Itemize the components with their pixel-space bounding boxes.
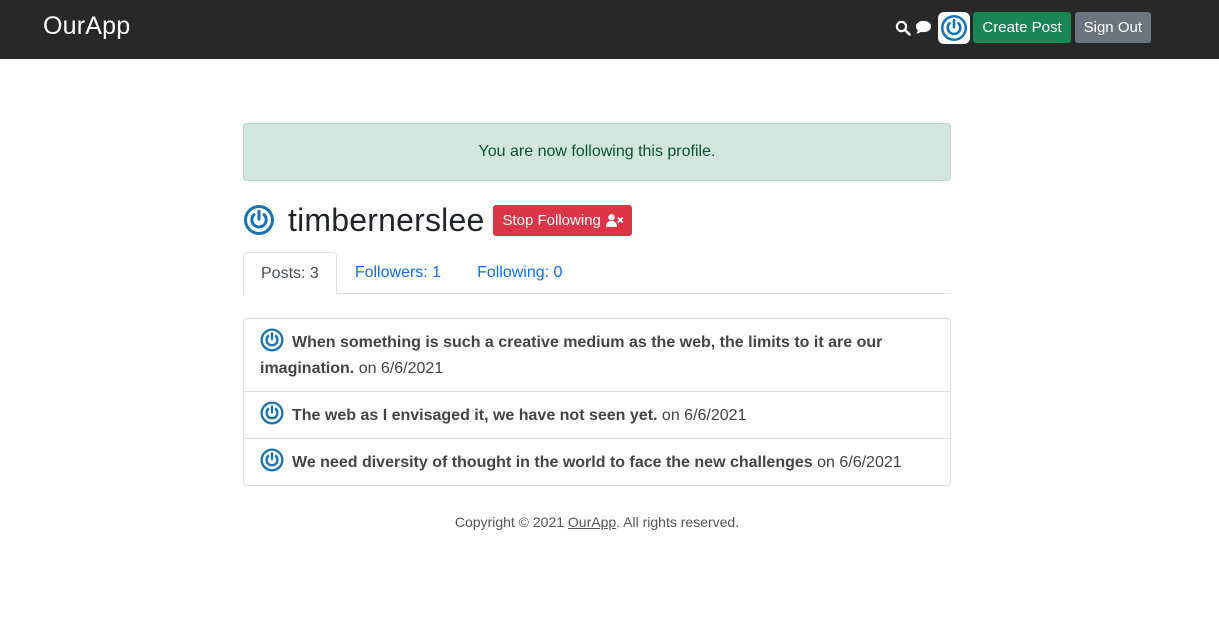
list-item[interactable]: When something is such a creative medium… [244, 319, 950, 392]
post-date: on 6/6/2021 [358, 360, 444, 377]
alert-message: You are now following this profile. [478, 143, 716, 160]
post-date: on 6/6/2021 [817, 454, 902, 471]
profile-username: timbernerslee [288, 201, 485, 238]
tab-posts[interactable]: Posts: 3 [243, 252, 337, 295]
list-item[interactable]: We need diversity of thought in the worl… [244, 439, 950, 485]
power-avatar-icon [260, 401, 284, 425]
profile-avatar [243, 204, 275, 236]
page-footer: Copyright © 2021 OurApp. All rights rese… [243, 514, 951, 530]
user-times-icon [605, 213, 623, 227]
success-alert: You are now following this profile. [243, 123, 951, 181]
tab-following[interactable]: Following: 0 [459, 252, 580, 293]
create-post-button[interactable]: Create Post [973, 12, 1071, 43]
nav-actions: Create Post Sign Out [895, 11, 1151, 44]
stop-following-button[interactable]: Stop Following [493, 204, 632, 236]
post-date: on 6/6/2021 [661, 407, 747, 424]
post-title-link[interactable]: When something is such a creative medium… [260, 334, 882, 377]
sign-out-button[interactable]: Sign Out [1074, 12, 1151, 43]
post-title-link[interactable]: The web as I envisaged it, we have not s… [292, 407, 657, 424]
power-avatar-icon [941, 14, 968, 41]
chat-icon[interactable] [915, 20, 932, 35]
user-avatar[interactable] [938, 11, 971, 44]
brand-logo[interactable]: OurApp [43, 12, 130, 41]
profile-tabs: Posts: 3 Followers: 1 Following: 0 [243, 252, 951, 295]
footer-home-link[interactable]: OurApp [568, 514, 616, 530]
footer-suffix: . All rights reserved. [616, 514, 740, 530]
power-avatar-icon [260, 448, 284, 472]
post-title-link[interactable]: We need diversity of thought in the worl… [292, 454, 813, 471]
post-list: When something is such a creative medium… [243, 318, 951, 486]
top-navbar: OurApp Create Post Sign Out [0, 0, 1219, 59]
main-content: You are now following this profile. timb… [243, 123, 951, 486]
footer-prefix: Copyright © 2021 [454, 514, 568, 530]
stop-following-label: Stop Following [502, 211, 601, 229]
search-icon[interactable] [895, 20, 912, 36]
tab-followers[interactable]: Followers: 1 [337, 252, 459, 293]
power-avatar-icon [244, 205, 274, 235]
power-avatar-icon [260, 328, 284, 352]
profile-header: timbernerslee Stop Following [243, 199, 951, 241]
list-item[interactable]: The web as I envisaged it, we have not s… [244, 392, 950, 439]
